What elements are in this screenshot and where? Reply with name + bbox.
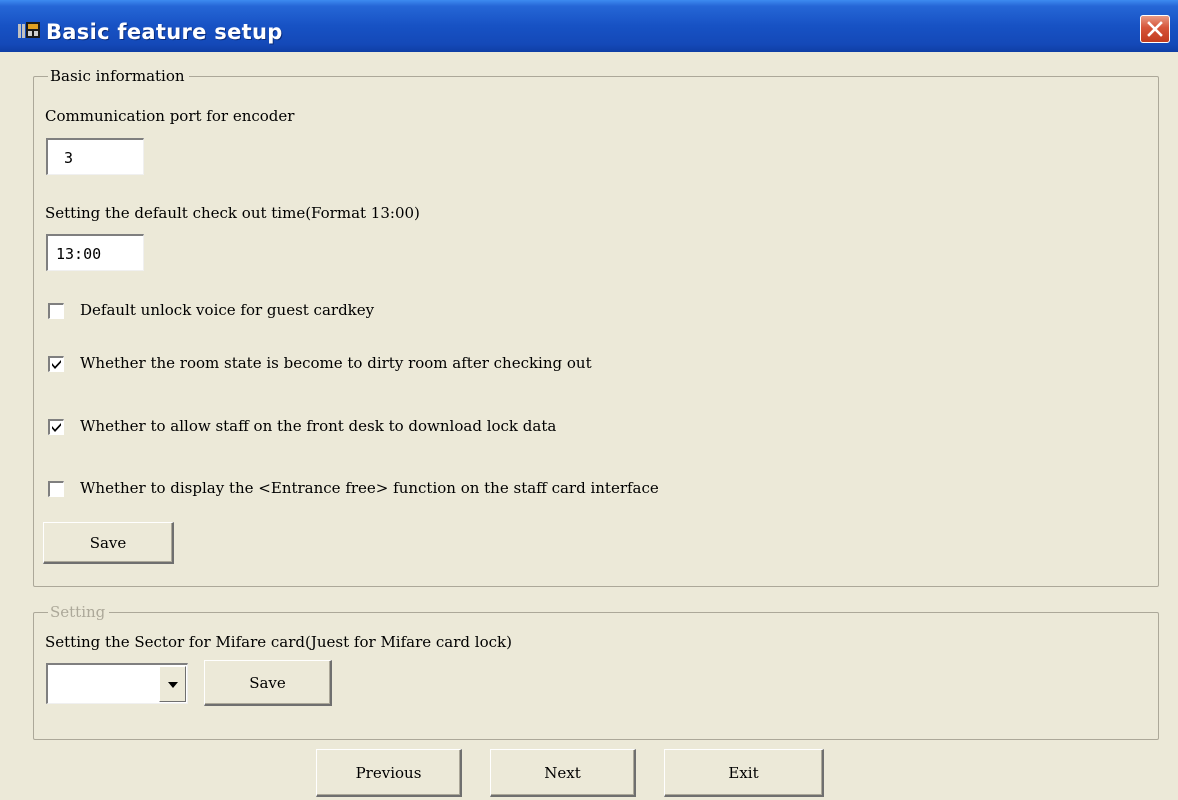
next-button[interactable]: Next bbox=[490, 749, 636, 797]
exit-button[interactable]: Exit bbox=[664, 749, 824, 797]
unlock-voice-checkbox[interactable] bbox=[48, 303, 64, 319]
checkmark-icon bbox=[52, 360, 61, 369]
dirty-room-checkbox[interactable] bbox=[48, 356, 64, 372]
checkout-time-input[interactable] bbox=[46, 234, 144, 271]
setting-legend: Setting bbox=[48, 603, 110, 621]
basic-information-group: Basic information bbox=[33, 67, 1159, 587]
previous-button[interactable]: Previous bbox=[316, 749, 462, 797]
close-button[interactable] bbox=[1140, 15, 1170, 43]
close-icon bbox=[1147, 21, 1163, 37]
download-lock-data-label: Whether to allow staff on the front desk… bbox=[80, 417, 557, 435]
sector-combobox[interactable] bbox=[46, 663, 188, 704]
unlock-voice-label: Default unlock voice for guest cardkey bbox=[80, 301, 375, 319]
window-title: Basic feature setup bbox=[46, 20, 283, 44]
basic-feature-setup-window: Basic feature setup Basic information Co… bbox=[0, 0, 1178, 800]
sector-label: Setting the Sector for Mifare card(Juest… bbox=[45, 633, 512, 651]
basic-information-legend: Basic information bbox=[48, 67, 189, 85]
title-bar[interactable]: Basic feature setup bbox=[0, 0, 1178, 52]
checkmark-icon bbox=[52, 423, 61, 432]
checkout-time-label: Setting the default check out time(Forma… bbox=[45, 204, 420, 222]
building-icon bbox=[18, 22, 40, 38]
sector-dropdown-button[interactable] bbox=[159, 666, 186, 702]
dirty-room-label: Whether the room state is become to dirt… bbox=[80, 354, 592, 372]
download-lock-data-checkbox[interactable] bbox=[48, 419, 64, 435]
comm-port-label: Communication port for encoder bbox=[45, 107, 295, 125]
comm-port-input[interactable] bbox=[46, 138, 144, 175]
save-sector-button[interactable]: Save bbox=[204, 660, 332, 706]
chevron-down-icon bbox=[168, 682, 178, 688]
save-basic-button[interactable]: Save bbox=[43, 522, 174, 564]
entrance-free-label: Whether to display the <Entrance free> f… bbox=[80, 479, 659, 497]
entrance-free-checkbox[interactable] bbox=[48, 481, 64, 497]
